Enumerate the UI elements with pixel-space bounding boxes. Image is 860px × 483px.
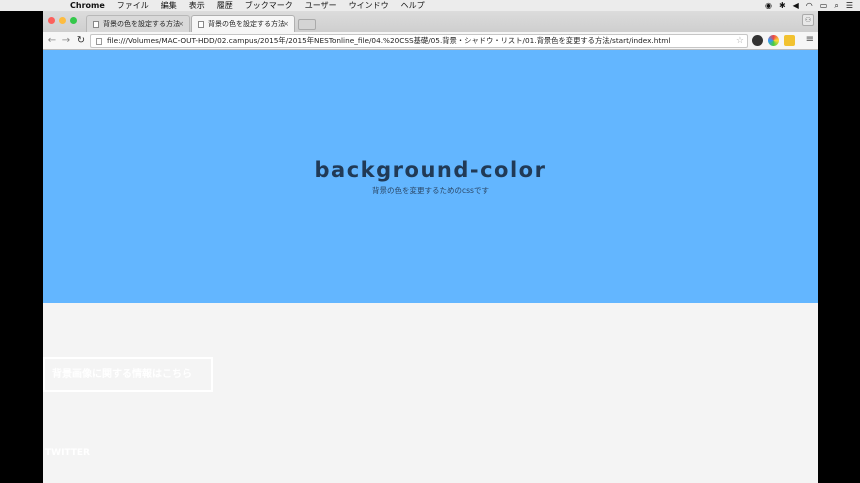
- battery-icon[interactable]: ▭: [820, 1, 828, 10]
- tab-1[interactable]: 背景の色を設定する方法 ×: [86, 15, 190, 32]
- tab-strip: 背景の色を設定する方法 × 背景の色を設定する方法 × ⚇: [43, 11, 818, 32]
- reload-button[interactable]: ↻: [74, 34, 88, 48]
- zoom-window-button[interactable]: [70, 17, 77, 24]
- tab-close-icon[interactable]: ×: [283, 20, 289, 28]
- hero-section: background-color 背景の色を変更するためのcssです: [43, 50, 818, 303]
- new-tab-button[interactable]: [298, 19, 316, 30]
- minimize-window-button[interactable]: [59, 17, 66, 24]
- chrome-menu-icon[interactable]: ≡: [806, 34, 814, 45]
- menu-window[interactable]: ウインドウ: [349, 0, 389, 11]
- menu-help[interactable]: ヘルプ: [401, 0, 425, 11]
- menu-edit[interactable]: 編集: [161, 0, 177, 11]
- hero-subtitle: 背景の色を変更するためのcssです: [372, 186, 489, 195]
- status-icons: ◉ ✱ ◀ ◠ ▭ ⌕ ☰: [765, 0, 860, 11]
- menu-app-name[interactable]: Chrome: [70, 1, 105, 10]
- menu-file[interactable]: ファイル: [117, 0, 149, 11]
- page-icon: [96, 37, 102, 45]
- bluetooth-icon[interactable]: ✱: [779, 1, 786, 10]
- page-icon: [198, 20, 204, 28]
- window-controls: [48, 17, 81, 24]
- close-window-button[interactable]: [48, 17, 55, 24]
- menu-view[interactable]: 表示: [189, 0, 205, 11]
- tab-close-icon[interactable]: ×: [178, 20, 184, 28]
- menu-history[interactable]: 履歴: [217, 0, 233, 11]
- record-icon[interactable]: ◉: [765, 1, 772, 10]
- background-image-info-button[interactable]: 背景画像に関する情報はこちら: [43, 357, 213, 392]
- menu-users[interactable]: ユーザー: [305, 0, 337, 11]
- browser-toolbar: ← → ↻ file:///Volumes/MAC-OUT-HDD/02.cam…: [43, 32, 818, 50]
- profile-icon[interactable]: ⚇: [802, 14, 814, 26]
- page-viewport: background-color 背景の色を変更するためのcssです 背景画像に…: [43, 50, 818, 483]
- url-text: file:///Volumes/MAC-OUT-HDD/02.campus/20…: [107, 36, 671, 45]
- back-button[interactable]: ←: [45, 34, 59, 48]
- twitter-link[interactable]: TWITTER: [45, 448, 90, 458]
- volume-icon[interactable]: ◀: [793, 1, 799, 10]
- wifi-icon[interactable]: ◠: [806, 1, 813, 10]
- extension-icon[interactable]: [752, 35, 763, 46]
- menu-bookmarks[interactable]: ブックマーク: [245, 0, 293, 11]
- notification-center-icon[interactable]: ☰: [846, 1, 853, 10]
- forward-button[interactable]: →: [59, 34, 73, 48]
- tab-2[interactable]: 背景の色を設定する方法 ×: [191, 15, 295, 32]
- bookmark-star-icon[interactable]: ☆: [736, 35, 744, 47]
- hero-title: background-color: [314, 158, 547, 182]
- browser-window: 背景の色を設定する方法 × 背景の色を設定する方法 × ⚇ ← → ↻ file…: [43, 11, 818, 483]
- extension-color-icon[interactable]: [768, 35, 779, 46]
- page-icon: [93, 20, 99, 28]
- spotlight-icon[interactable]: ⌕: [834, 1, 838, 11]
- tab-title: 背景の色を設定する方法: [103, 20, 180, 28]
- address-bar[interactable]: file:///Volumes/MAC-OUT-HDD/02.campus/20…: [90, 34, 748, 48]
- mac-menubar: Chrome ファイル 編集 表示 履歴 ブックマーク ユーザー ウインドウ ヘ…: [0, 0, 860, 11]
- extension-note-icon[interactable]: [784, 35, 795, 46]
- tab-title: 背景の色を設定する方法: [208, 20, 285, 28]
